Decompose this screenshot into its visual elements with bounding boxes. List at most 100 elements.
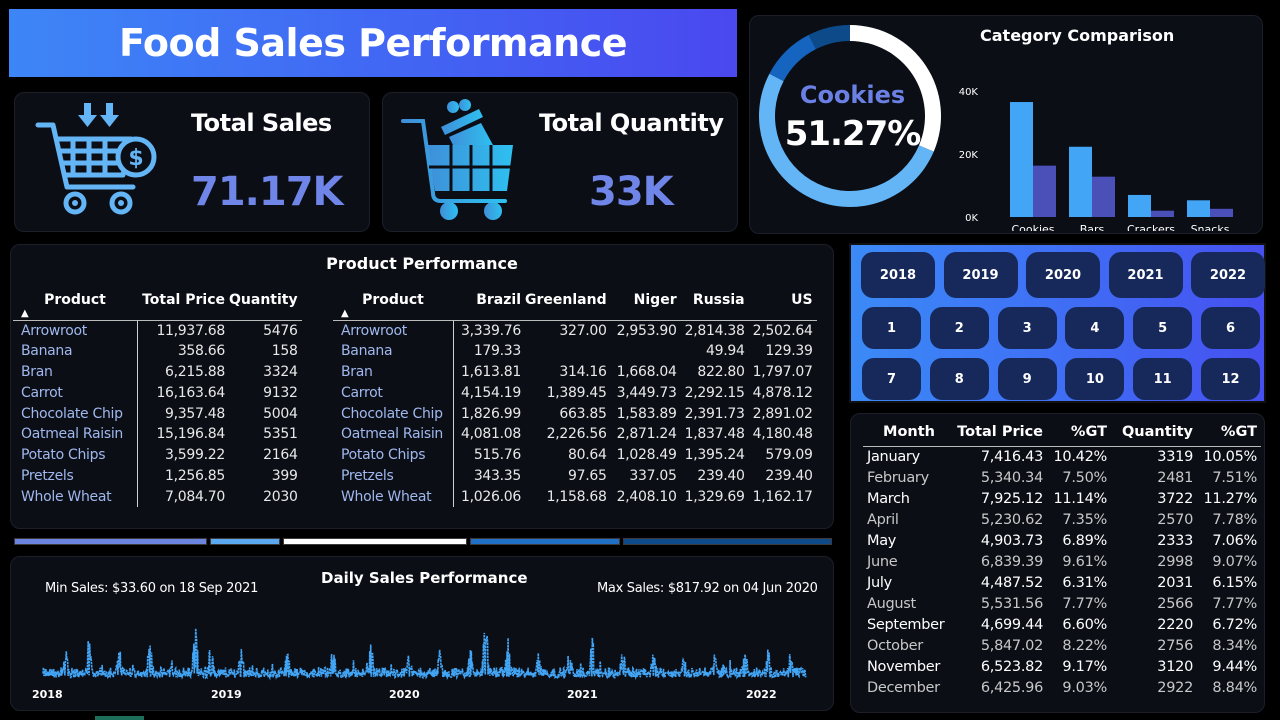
cell-brazil: 343.35 (473, 467, 521, 484)
bar-snacks-quantity[interactable] (1210, 208, 1233, 217)
column-header-us[interactable]: US (748, 290, 817, 321)
cell-us: 2,502.64 (752, 322, 813, 339)
table-row[interactable]: Potato Chips 3,599.22 2164 (13, 444, 302, 466)
cell-gt: 11.14% (1053, 490, 1108, 507)
month-button-3[interactable]: 3 (997, 307, 1057, 349)
column-header-quantity[interactable]: Quantity (229, 290, 302, 321)
cell-gt: 9.03% (1062, 679, 1107, 696)
cell-quantity: 158 (271, 343, 298, 360)
table-row[interactable]: November 6,523.82 9.17% 3120 9.44% (863, 656, 1261, 677)
column-header-russia[interactable]: Russia (680, 290, 749, 321)
table-row[interactable]: Carrot 4,154.19 1,389.45 3,449.73 2,292.15 4,… (333, 382, 817, 404)
year-button-2018[interactable]: 2018 (861, 252, 935, 298)
table-row[interactable]: Banana 358.66 158 (13, 340, 302, 362)
cell-total-price: 5,230.62 (980, 511, 1043, 528)
table-row[interactable]: Oatmeal Raisin 4,081.08 2,226.56 2,871.24 1,… (333, 423, 817, 445)
table-row[interactable]: August 5,531.56 7.77% 2566 7.77% (863, 593, 1261, 614)
table-row[interactable]: Whole Wheat 1,026.06 1,158.68 2,408.10 1,329… (333, 486, 817, 508)
column-header-gt-price[interactable]: %GT (1047, 414, 1111, 447)
donut-center-value: 51.27% (784, 114, 922, 154)
table-row[interactable]: March 7,925.12 11.14% 3722 11.27% (863, 488, 1261, 509)
cell-gt: 6.15% (1212, 574, 1257, 591)
donut-slice-crackers[interactable] (769, 34, 816, 82)
column-header-niger[interactable]: Niger (610, 290, 681, 321)
cell-total-price: 358.66 (177, 343, 225, 360)
table-row[interactable]: Oatmeal Raisin 15,196.84 5351 (13, 423, 302, 445)
table-row[interactable]: December 6,425.96 9.03% 2922 8.84% (863, 677, 1261, 698)
column-header-quantity[interactable]: Quantity (1111, 414, 1197, 447)
daily-sales-line[interactable] (42, 628, 807, 681)
cell-greenland: 2,226.56 (546, 426, 607, 443)
table-row[interactable]: Arrowroot 11,937.68 5476 (13, 320, 302, 341)
bar-cookies-quantity[interactable] (1033, 165, 1056, 217)
column-header-greenland[interactable]: Greenland (525, 290, 611, 321)
table-row[interactable]: Pretzels 1,256.85 399 (13, 465, 302, 487)
table-row[interactable]: Pretzels 343.35 97.65 337.05 239.40 239.40 (333, 465, 817, 487)
table-row[interactable]: January 7,416.43 10.42% 3319 10.05% (863, 446, 1261, 467)
month-button-2[interactable]: 2 (929, 307, 989, 349)
column-header-brazil[interactable]: Brazil (453, 290, 525, 321)
product-name: Carrot (13, 382, 138, 404)
cell-total-price: 16,163.64 (156, 384, 225, 401)
table-row[interactable]: Carrot 16,163.64 9132 (13, 382, 302, 404)
column-header-product[interactable]: Product ▲ (333, 290, 453, 321)
cell-total-price: 7,416.43 (980, 448, 1043, 465)
table-row[interactable]: Potato Chips 515.76 80.64 1,028.49 1,395.24 5… (333, 444, 817, 466)
bar-snacks-total-price[interactable] (1187, 200, 1210, 217)
month-button-10[interactable]: 10 (1065, 358, 1125, 400)
table-row[interactable]: Banana 179.33 49.94 129.39 (333, 340, 817, 362)
cell-gt: 7.50% (1062, 469, 1107, 486)
table-row[interactable]: October 5,847.02 8.22% 2756 8.34% (863, 635, 1261, 656)
month-button-8[interactable]: 8 (929, 358, 989, 400)
product-name: Whole Wheat (13, 486, 138, 508)
month-button-11[interactable]: 11 (1133, 358, 1193, 400)
column-header-total-price[interactable]: Total Price (955, 414, 1047, 447)
cell-niger: 1,028.49 (616, 447, 677, 464)
donut-slice-snacks[interactable] (808, 25, 850, 50)
column-header-total-price[interactable]: Total Price (137, 290, 229, 321)
month-button-5[interactable]: 5 (1133, 307, 1193, 349)
cell-gt: 8.34% (1212, 637, 1257, 654)
month-button-12[interactable]: 12 (1201, 358, 1260, 400)
year-button-2019[interactable]: 2019 (943, 252, 1018, 298)
sort-ascending-icon[interactable]: ▲ (21, 308, 29, 319)
cell-niger: 2,953.90 (616, 322, 677, 339)
month-button-7[interactable]: 7 (862, 358, 921, 400)
dashboard-title: Food Sales Performance (118, 21, 628, 65)
cell-gt: 9.07% (1212, 553, 1257, 570)
table-row[interactable]: May 4,903.73 6.89% 2333 7.06% (863, 530, 1261, 551)
cell-total-price: 6,839.39 (980, 553, 1043, 570)
table-row[interactable]: Bran 6,215.88 3324 (13, 361, 302, 383)
table-row[interactable]: June 6,839.39 9.61% 2998 9.07% (863, 551, 1261, 572)
year-button-2022[interactable]: 2022 (1191, 252, 1265, 298)
total-quantity-value: 33K (589, 169, 674, 215)
bar-crackers-total-price[interactable] (1128, 194, 1151, 217)
table-row[interactable]: Whole Wheat 7,084.70 2030 (13, 486, 302, 508)
bar-cookies-total-price[interactable] (1010, 102, 1033, 217)
scrollbar-thumb[interactable] (95, 716, 144, 720)
bar-crackers-quantity[interactable] (1151, 210, 1174, 217)
table-row[interactable]: February 5,340.34 7.50% 2481 7.51% (863, 467, 1261, 488)
year-button-2020[interactable]: 2020 (1026, 252, 1100, 298)
column-header-month[interactable]: Month (863, 414, 955, 447)
month-button-9[interactable]: 9 (997, 358, 1057, 400)
table-row[interactable]: September 4,699.44 6.60% 2220 6.72% (863, 614, 1261, 635)
table-row[interactable]: July 4,487.52 6.31% 2031 6.15% (863, 572, 1261, 593)
bar-bars-quantity[interactable] (1092, 176, 1115, 217)
month-button-1[interactable]: 1 (862, 307, 921, 349)
column-header-gt-quantity[interactable]: %GT (1197, 414, 1261, 447)
table-row[interactable]: April 5,230.62 7.35% 2570 7.78% (863, 509, 1261, 530)
table-row[interactable]: Chocolate Chip 1,826.99 663.85 1,583.89 2,39… (333, 403, 817, 424)
sort-ascending-icon[interactable]: ▲ (341, 308, 349, 319)
month-name: April (867, 511, 899, 528)
month-button-6[interactable]: 6 (1201, 307, 1260, 349)
cell-us: 129.39 (765, 343, 813, 360)
month-button-4[interactable]: 4 (1065, 307, 1125, 349)
table-row[interactable]: Arrowroot 3,339.76 327.00 2,953.90 2,814.38 2… (333, 320, 817, 341)
table-row[interactable]: Bran 1,613.81 314.16 1,668.04 822.80 1,797.07 (333, 361, 817, 383)
table-row[interactable]: Chocolate Chip 9,357.48 5004 (13, 403, 302, 424)
cell-quantity: 399 (271, 467, 298, 484)
year-button-2021[interactable]: 2021 (1108, 252, 1183, 298)
column-header-product[interactable]: Product ▲ (13, 290, 137, 321)
bar-bars-total-price[interactable] (1069, 146, 1092, 217)
